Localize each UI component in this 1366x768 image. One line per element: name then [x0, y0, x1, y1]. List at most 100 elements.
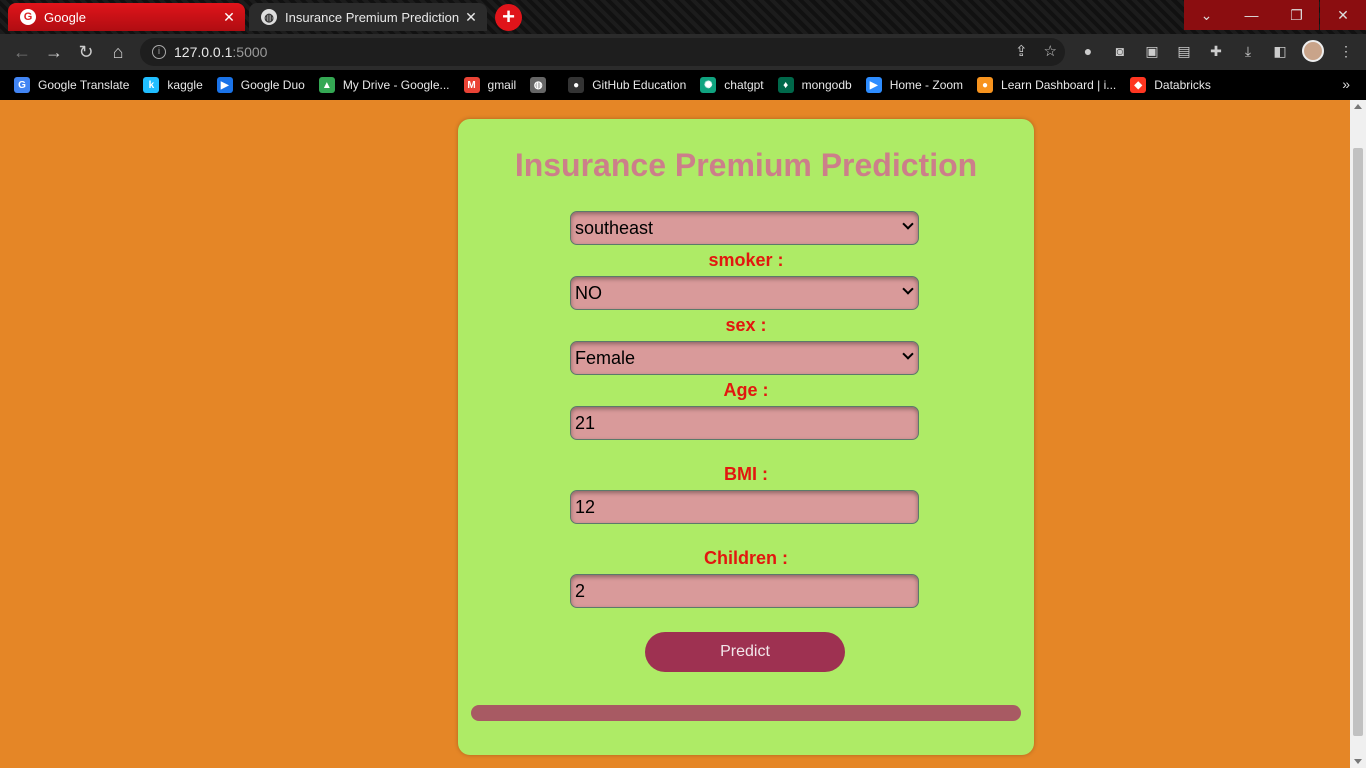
age-input-value: 21 — [575, 412, 596, 433]
predict-button[interactable]: Predict — [645, 632, 845, 672]
tab-title: Google — [44, 9, 86, 25]
side-panel-icon[interactable]: ◧ — [1270, 41, 1290, 61]
minimize-button[interactable]: — — [1229, 0, 1274, 30]
bookmark-item[interactable]: ✺ chatgpt — [700, 77, 764, 93]
browser-toolbar: ← → ↻ ⌂ i 127.0.0.1:5000 ⇪ ☆ ● ◙ ▣ ▤ ✚ ⤓… — [0, 34, 1366, 70]
prediction-result-bar — [471, 705, 1021, 721]
scroll-down-icon[interactable] — [1354, 759, 1362, 764]
home-icon[interactable]: ⌂ — [102, 36, 134, 68]
google-favicon-icon: G — [20, 9, 36, 25]
page-content: Insurance Premium Prediction southeast s… — [0, 100, 1350, 768]
age-label: Age : — [723, 380, 769, 400]
puzzle-extensions-icon[interactable]: ✚ — [1206, 41, 1226, 61]
smoker-select[interactable]: NO — [570, 276, 919, 310]
scroll-up-icon[interactable] — [1354, 104, 1362, 109]
download-icon[interactable]: ⤓ — [1238, 41, 1258, 61]
bookmark-icon: ♦ — [777, 77, 794, 93]
extension-icon[interactable]: ● — [1078, 41, 1098, 61]
sex-select[interactable]: Female — [570, 341, 919, 375]
close-window-button[interactable]: ✕ — [1320, 0, 1366, 30]
new-tab-button[interactable]: + — [495, 4, 522, 31]
tab-insurance[interactable]: ◍ Insurance Premium Prediction ✕ — [249, 3, 487, 31]
children-label: Children : — [704, 548, 788, 568]
bookmark-label: Home - Zoom — [889, 78, 964, 92]
chevron-down-icon — [902, 283, 914, 295]
back-icon[interactable]: ← — [6, 36, 38, 68]
menu-kebab-icon[interactable]: ⋮ — [1336, 41, 1356, 61]
bookmark-icon: ◍ — [530, 77, 547, 93]
extension-icon[interactable]: ▣ — [1142, 41, 1162, 61]
bookmark-star-icon[interactable]: ☆ — [1044, 42, 1057, 60]
scrollbar-thumb[interactable] — [1353, 148, 1363, 736]
children-input[interactable]: 2 — [570, 574, 919, 608]
tab-title: Insurance Premium Prediction — [285, 9, 460, 25]
bookmark-icon: ✺ — [700, 77, 717, 93]
bookmark-label: kaggle — [167, 78, 203, 92]
bookmark-icon: ● — [568, 77, 585, 93]
bookmark-icon: ▶ — [216, 77, 233, 93]
bookmarks-bar: G Google Translate k kaggle ▶ Google Duo ▲ My D… — [0, 70, 1366, 100]
bookmark-item[interactable]: ● Learn Dashboard | i... — [977, 77, 1116, 93]
page-scrollbar[interactable] — [1350, 100, 1366, 768]
url-text: 127.0.0.1:5000 — [174, 44, 267, 60]
url-port: :5000 — [232, 44, 268, 60]
camera-extension-icon[interactable]: ◙ — [1110, 41, 1130, 61]
age-input[interactable]: 21 — [570, 406, 919, 440]
bookmark-icon: ◆ — [1130, 77, 1147, 93]
bookmark-label: My Drive - Google... — [342, 78, 450, 92]
tab-google[interactable]: G Google ✕ — [8, 3, 245, 31]
bookmark-item[interactable]: ▶ Google Duo — [216, 77, 305, 93]
page-title: Insurance Premium Prediction — [514, 147, 978, 183]
sex-label: sex : — [725, 315, 767, 335]
close-tab-icon[interactable]: ✕ — [219, 9, 239, 26]
globe-favicon-icon: ◍ — [261, 9, 277, 25]
bookmark-label: Google Duo — [240, 78, 305, 92]
tab-strip: G Google ✕ ◍ Insurance Premium Predictio… — [0, 0, 1366, 34]
bookmark-label: Google Translate — [38, 78, 130, 92]
bookmark-item[interactable]: k kaggle — [143, 77, 203, 93]
bookmark-item[interactable]: ◍ — [530, 77, 554, 93]
chevron-down-icon — [902, 218, 914, 230]
more-bookmarks-icon[interactable]: » — [1342, 76, 1350, 92]
smoker-select-value: NO — [575, 282, 602, 303]
image-extension-icon[interactable]: ▤ — [1174, 41, 1194, 61]
bookmark-label: GitHub Education — [592, 78, 687, 92]
bmi-input[interactable]: 12 — [570, 490, 919, 524]
bookmark-icon: G — [14, 77, 30, 93]
sex-select-value: Female — [575, 347, 636, 368]
bookmark-item[interactable]: ▶ Home - Zoom — [865, 77, 964, 93]
bookmark-item[interactable]: ▲ My Drive - Google... — [318, 77, 450, 93]
bookmark-item[interactable]: G Google Translate — [14, 77, 129, 93]
bookmark-label: chatgpt — [724, 78, 764, 92]
bookmark-icon: ▶ — [865, 77, 882, 93]
region-select-value: southeast — [575, 217, 654, 238]
bookmark-item[interactable]: ● GitHub Education — [568, 77, 686, 93]
bmi-input-value: 12 — [575, 496, 596, 517]
url-host: 127.0.0.1 — [174, 44, 233, 60]
restore-button[interactable]: ❐ — [1274, 0, 1319, 30]
bookmark-label: gmail — [487, 78, 517, 92]
close-tab-icon[interactable]: ✕ — [461, 9, 481, 26]
bookmark-icon: ● — [977, 77, 994, 93]
region-select[interactable]: southeast — [570, 211, 919, 245]
bookmark-label: Databricks — [1154, 78, 1211, 92]
bookmark-label: Learn Dashboard | i... — [1001, 78, 1117, 92]
address-bar[interactable]: i 127.0.0.1:5000 ⇪ ☆ — [140, 38, 1065, 66]
bookmark-label: mongodb — [801, 78, 852, 92]
site-info-icon[interactable]: i — [152, 45, 166, 59]
chevron-down-icon — [902, 348, 914, 360]
forward-icon[interactable]: → — [38, 36, 70, 68]
bmi-label: BMI : — [724, 464, 768, 484]
bookmark-icon: k — [143, 77, 160, 93]
smoker-label: smoker : — [708, 250, 784, 270]
reload-icon[interactable]: ↻ — [70, 36, 102, 68]
profile-avatar[interactable] — [1302, 40, 1324, 62]
bookmark-icon: ▲ — [318, 77, 335, 93]
bookmark-item[interactable]: Mgmail — [463, 77, 517, 93]
children-input-value: 2 — [575, 580, 586, 601]
tab-search-button[interactable]: ⌄ — [1184, 0, 1229, 30]
share-icon[interactable]: ⇪ — [1015, 42, 1028, 60]
bookmark-item[interactable]: ♦ mongodb — [777, 77, 852, 93]
bookmark-item[interactable]: ◆ Databricks — [1130, 77, 1211, 93]
prediction-form-card: Insurance Premium Prediction southeast s… — [458, 119, 1034, 755]
